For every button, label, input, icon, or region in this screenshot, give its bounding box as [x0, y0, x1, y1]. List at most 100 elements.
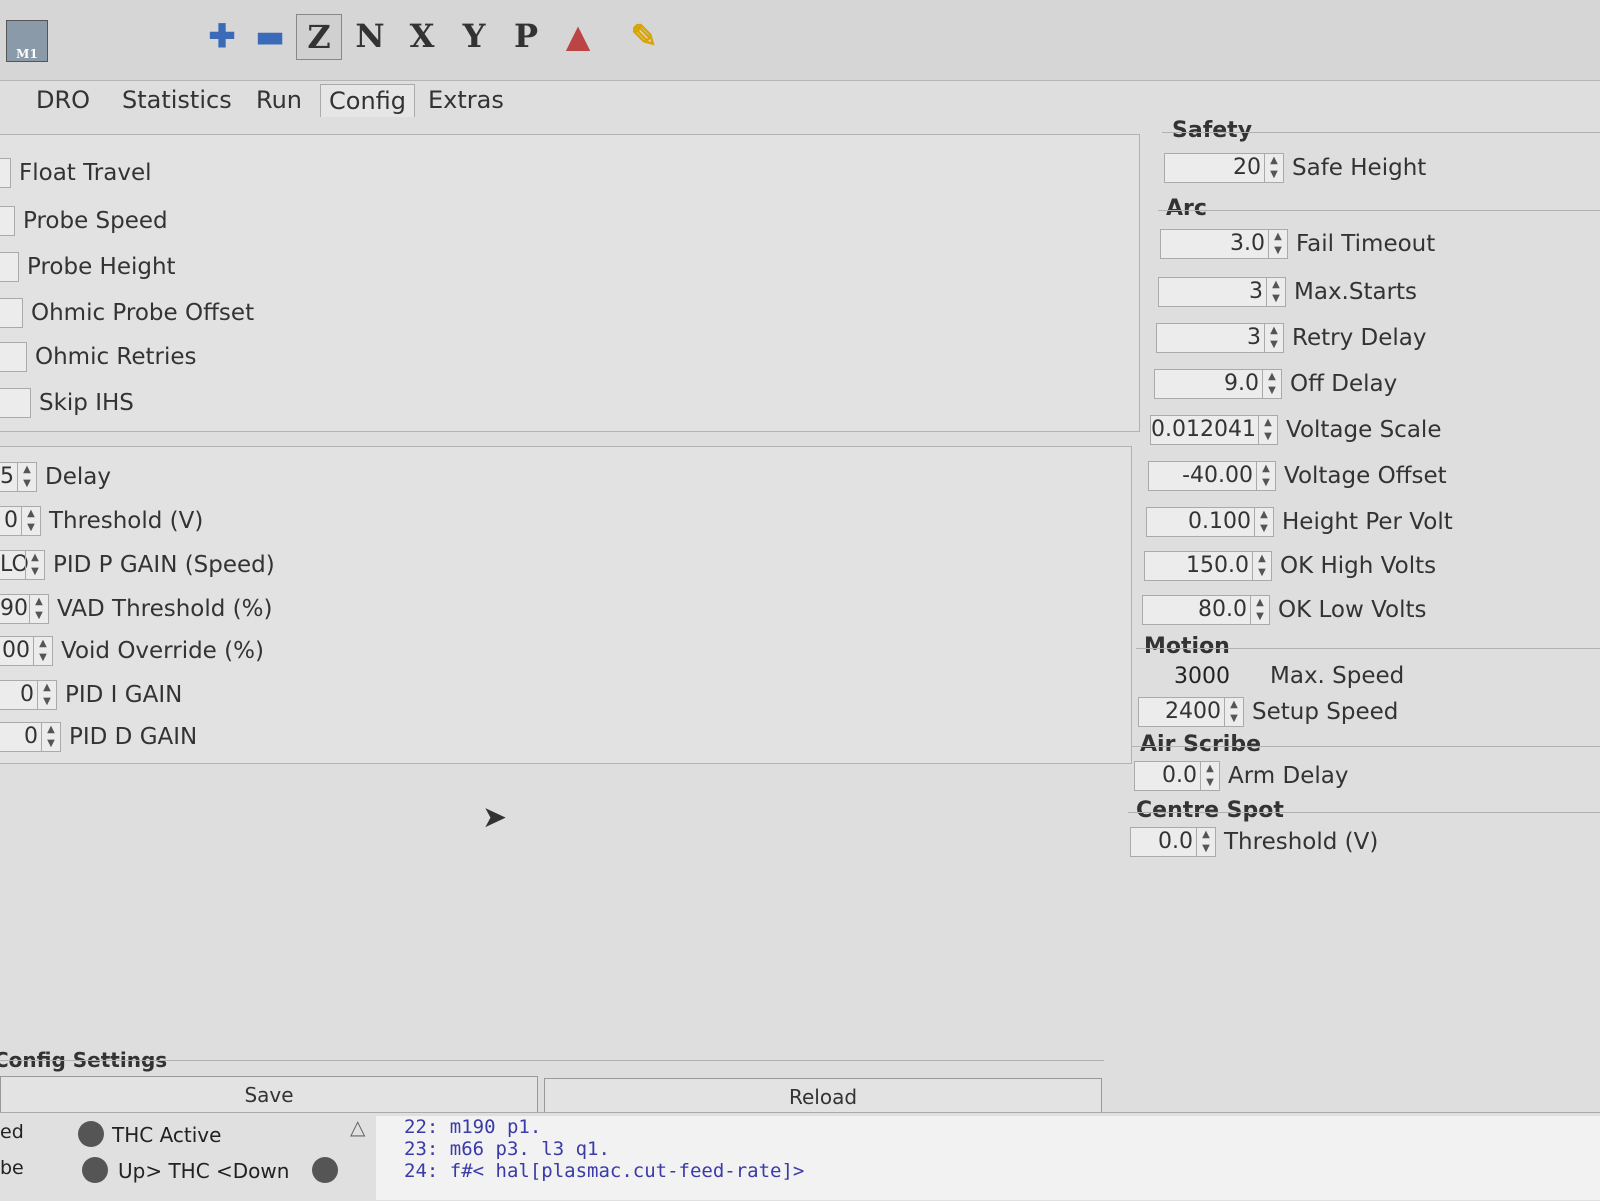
- spin-arrows-icon[interactable]: ▲ ▼: [1200, 762, 1219, 790]
- minus-icon[interactable]: ▬: [248, 14, 292, 58]
- off-delay-spin[interactable]: 9.0 ▲ ▼: [1154, 369, 1282, 399]
- ohmic-retries-spin[interactable]: [0, 342, 27, 372]
- spin-arrows-icon[interactable]: ▲ ▼: [1264, 324, 1283, 352]
- spin-arrows-icon[interactable]: ▲ ▼: [1224, 698, 1243, 726]
- zero-x-button[interactable]: X: [400, 14, 444, 58]
- n-button[interactable]: N: [348, 14, 392, 58]
- vad-threshold-spin[interactable]: 90 ▲ ▼: [0, 594, 49, 624]
- height-per-volt-value: 0.100: [1188, 509, 1251, 534]
- centre-spot-title: Centre Spot: [1136, 798, 1284, 823]
- zero-z-button[interactable]: Z: [296, 14, 342, 60]
- arm-delay-spin[interactable]: 0.0 ▲ ▼: [1134, 761, 1220, 791]
- spin-arrows-icon[interactable]: ▲ ▼: [17, 463, 36, 491]
- ohmic-probe-offset-row: Ohmic Probe Offset: [0, 297, 254, 329]
- retry-delay-row: 3 ▲ ▼ Retry Delay: [1156, 322, 1426, 354]
- spin-arrows-icon[interactable]: ▲ ▼: [1258, 416, 1277, 444]
- off-delay-row: 9.0 ▲ ▼ Off Delay: [1154, 368, 1397, 400]
- pid-d-gain-value: 0: [24, 724, 38, 749]
- float-travel-row: Float Travel: [0, 157, 152, 189]
- spin-arrows-icon[interactable]: ▲ ▼: [1266, 278, 1285, 306]
- machine-label: M1: [16, 47, 38, 61]
- pid-i-gain-spin[interactable]: 0 ▲ ▼: [0, 680, 57, 710]
- setup-speed-row: 2400 ▲ ▼ Setup Speed: [1138, 696, 1398, 728]
- spin-arrows-icon[interactable]: ▲ ▼: [33, 637, 52, 665]
- centre-threshold-value: 0.0: [1158, 829, 1193, 854]
- spin-arrows-icon[interactable]: ▲ ▼: [1254, 508, 1273, 536]
- float-travel-spin[interactable]: [0, 158, 11, 188]
- fail-timeout-label: Fail Timeout: [1296, 231, 1436, 257]
- voltage-scale-spin[interactable]: 0.012041 ▲ ▼: [1150, 415, 1278, 445]
- ohmic-probe-offset-spin[interactable]: [0, 298, 23, 328]
- ok-low-volts-spin[interactable]: 80.0 ▲ ▼: [1142, 595, 1270, 625]
- spin-arrows-icon[interactable]: ▲ ▼: [1264, 154, 1283, 182]
- probe-height-label: Probe Height: [27, 254, 176, 280]
- plus-icon[interactable]: ✚: [200, 14, 244, 58]
- tab-bar: DRO Statistics Run Config Extras: [0, 80, 1600, 118]
- reload-button[interactable]: Reload: [544, 1078, 1102, 1116]
- delay-spin[interactable]: 5 ▲ ▼: [0, 462, 37, 492]
- vad-threshold-value: 90: [0, 596, 28, 621]
- max-starts-spin[interactable]: 3 ▲ ▼: [1158, 277, 1286, 307]
- p-button[interactable]: P: [504, 14, 548, 58]
- ok-high-volts-spin[interactable]: 150.0 ▲ ▼: [1144, 551, 1272, 581]
- spin-arrows-icon[interactable]: ▲ ▼: [1252, 552, 1271, 580]
- spin-arrows-icon[interactable]: ▲ ▼: [1250, 596, 1269, 624]
- spin-arrows-icon[interactable]: ▲ ▼: [1262, 370, 1281, 398]
- gcode-line: 23: m66 p3. l3 q1.: [404, 1138, 610, 1160]
- voltage-offset-spin[interactable]: -40.00 ▲ ▼: [1148, 461, 1276, 491]
- spin-arrows-icon[interactable]: ▲ ▼: [1196, 828, 1215, 856]
- skip-ihs-row: Skip IHS: [0, 387, 134, 419]
- height-per-volt-label: Height Per Volt: [1282, 509, 1453, 535]
- arm-delay-row: 0.0 ▲ ▼ Arm Delay: [1134, 760, 1348, 792]
- fail-timeout-spin[interactable]: 3.0 ▲ ▼: [1160, 229, 1288, 259]
- max-starts-label: Max.Starts: [1294, 279, 1418, 305]
- tab-dro[interactable]: DRO: [36, 84, 90, 116]
- save-button[interactable]: Save: [0, 1076, 538, 1114]
- threshold-spin[interactable]: 0 ▲ ▼: [0, 506, 41, 536]
- setup-speed-spin[interactable]: 2400 ▲ ▼: [1138, 697, 1244, 727]
- brush-icon[interactable]: ✎: [622, 14, 666, 58]
- max-speed-value: 3000: [1174, 663, 1230, 689]
- pid-d-gain-spin[interactable]: 0 ▲ ▼: [0, 722, 61, 752]
- config-settings-divider: [0, 1060, 1104, 1061]
- setup-speed-label: Setup Speed: [1252, 699, 1399, 725]
- gcode-line: 22: m190 p1.: [404, 1116, 542, 1138]
- tab-config[interactable]: Config: [320, 84, 416, 117]
- spin-arrows-icon[interactable]: ▲ ▼: [41, 723, 60, 751]
- spin-arrows-icon[interactable]: ▲ ▼: [37, 681, 56, 709]
- spin-arrows-icon[interactable]: ▲ ▼: [29, 595, 48, 623]
- mouse-cursor-icon: ➤: [482, 800, 508, 835]
- tab-statistics[interactable]: Statistics: [122, 84, 232, 116]
- zero-y-button[interactable]: Y: [452, 14, 496, 58]
- skip-ihs-spin[interactable]: [0, 388, 31, 418]
- toolbar: M1 ✚ ▬ Z N X Y P ▲ ✎: [0, 0, 1600, 81]
- ok-low-volts-row: 80.0 ▲ ▼ OK Low Volts: [1142, 594, 1427, 626]
- safe-height-spin[interactable]: 20 ▲ ▼: [1164, 153, 1284, 183]
- spin-arrows-icon[interactable]: ▲ ▼: [21, 507, 40, 535]
- centre-threshold-spin[interactable]: 0.0 ▲ ▼: [1130, 827, 1216, 857]
- zero-x-label: X: [409, 17, 435, 55]
- pid-i-gain-value: 0: [20, 682, 34, 707]
- pid-p-gain-spin[interactable]: LO ▲ ▼: [0, 550, 45, 580]
- retry-delay-spin[interactable]: 3 ▲ ▼: [1156, 323, 1284, 353]
- machine-icon[interactable]: M1: [6, 20, 48, 62]
- torch-icon[interactable]: ▲: [556, 14, 600, 58]
- safety-title: Safety: [1172, 118, 1253, 143]
- spin-arrows-icon[interactable]: ▲ ▼: [25, 551, 44, 579]
- pid-i-gain-row: 0 ▲ ▼ PID I GAIN: [0, 679, 182, 711]
- probe-speed-spin[interactable]: [0, 206, 15, 236]
- height-per-volt-spin[interactable]: 0.100 ▲ ▼: [1146, 507, 1274, 537]
- voltage-scale-label: Voltage Scale: [1286, 417, 1442, 443]
- tab-run[interactable]: Run: [256, 84, 302, 116]
- tab-extras[interactable]: Extras: [428, 84, 504, 116]
- spin-arrows-icon[interactable]: ▲ ▼: [1256, 462, 1275, 490]
- ohmic-retries-label: Ohmic Retries: [35, 344, 197, 370]
- void-override-spin[interactable]: 00 ▲ ▼: [0, 636, 53, 666]
- gcode-viewer[interactable]: 22: m190 p1. 23: m66 p3. l3 q1. 24: f#< …: [376, 1116, 1600, 1200]
- probe-height-spin[interactable]: [0, 252, 19, 282]
- pid-p-gain-label: PID P GAIN (Speed): [53, 552, 275, 578]
- spin-arrows-icon[interactable]: ▲ ▼: [1268, 230, 1287, 258]
- probe-height-row: Probe Height: [0, 251, 176, 283]
- threshold-value: 0: [4, 508, 18, 533]
- voltage-offset-label: Voltage Offset: [1284, 463, 1447, 489]
